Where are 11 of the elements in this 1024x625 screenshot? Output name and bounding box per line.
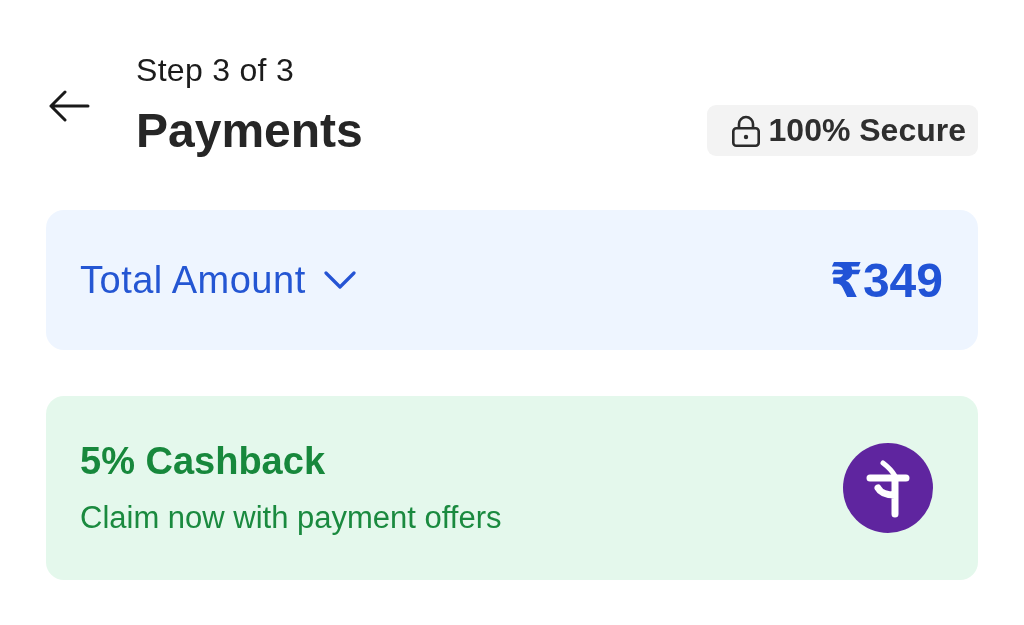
payment-app-logo-icon bbox=[843, 443, 933, 533]
offer-subtitle: Claim now with payment offers bbox=[80, 499, 502, 537]
step-indicator: Step 3 of 3 bbox=[136, 52, 296, 88]
total-amount-toggle[interactable]: Total Amount bbox=[80, 258, 356, 302]
offer-title: 5% Cashback bbox=[80, 439, 326, 483]
cashback-offer-card[interactable]: 5% Cashback Claim now with payment offers bbox=[46, 396, 978, 580]
secure-label: 100% Secure bbox=[768, 112, 966, 149]
back-arrow-icon[interactable] bbox=[48, 89, 90, 122]
total-amount-value: ₹349 bbox=[829, 253, 943, 308]
lock-icon bbox=[730, 114, 761, 147]
page-title: Payments bbox=[136, 103, 363, 159]
